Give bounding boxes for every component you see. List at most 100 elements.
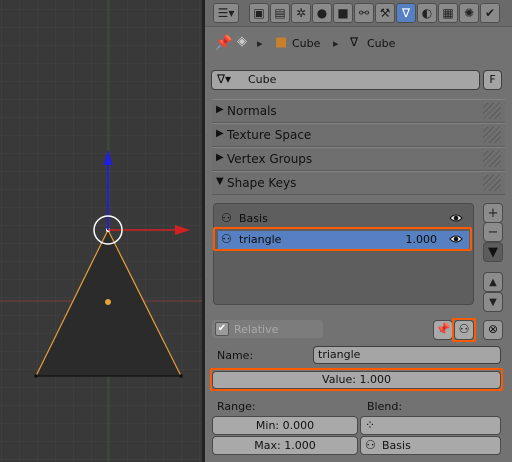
expand-triangle-icon: ▶ xyxy=(216,128,224,139)
list-item[interactable]: ⚇ Basis xyxy=(218,210,469,228)
panel-title: Vertex Groups xyxy=(227,152,313,166)
move-up-button[interactable]: ▲ xyxy=(483,272,503,292)
mesh-datablock-name: Cube xyxy=(248,73,277,86)
relative-checkbox-row[interactable]: ✔ Relative xyxy=(212,320,323,338)
collapse-triangle-icon: ▼ xyxy=(216,176,224,187)
scene-tab[interactable]: ✲ xyxy=(291,3,311,23)
editor-type-button[interactable]: ☰▾ xyxy=(213,3,239,23)
pin-icon[interactable]: 📌 xyxy=(215,35,232,51)
drag-grip-icon[interactable] xyxy=(483,103,501,119)
render-layers-tab[interactable]: ▤ xyxy=(270,3,290,23)
min-slider[interactable]: Min: 0.000 xyxy=(212,416,358,435)
panel-texture-space[interactable]: ▶ Texture Space xyxy=(212,123,505,147)
object-icon: ■ xyxy=(337,6,349,20)
triangle-down-icon: ▼ xyxy=(488,244,498,260)
material-icon: ◐ xyxy=(421,6,433,20)
vertex xyxy=(179,374,183,378)
panel-title: Normals xyxy=(227,104,277,118)
annotation-highlight xyxy=(210,368,503,391)
physics-tab[interactable]: ✔ xyxy=(480,3,500,23)
move-down-button[interactable]: ▼ xyxy=(483,292,503,312)
arrow-down-icon: ▼ xyxy=(489,296,497,308)
grid-floor xyxy=(0,0,202,462)
3d-viewport[interactable] xyxy=(0,0,202,462)
properties-header: ☰▾ ▣ ▤ ✲ ● ■ ⚯ ⚒ ∇ ◐ ▦ ✺ ✔ xyxy=(205,0,512,27)
minus-icon: − xyxy=(487,224,499,240)
clear-weights-button[interactable]: ⊗ xyxy=(483,320,503,340)
mesh-datablock-field[interactable]: ∇▾ Cube xyxy=(211,70,480,90)
modifiers-icon: ⚒ xyxy=(379,6,391,20)
remove-shape-key-button[interactable]: − xyxy=(483,222,503,242)
relative-checkbox[interactable]: ✔ xyxy=(215,322,229,336)
mesh-browse-icon[interactable]: ∇▾ xyxy=(217,72,231,86)
viewport-canvas[interactable] xyxy=(0,0,202,462)
plus-icon: + xyxy=(487,205,499,221)
breadcrumb-object: Cube xyxy=(292,37,321,50)
vertex-group-icon: ⁘ xyxy=(365,418,376,432)
constraints-icon: ⚯ xyxy=(358,6,370,20)
panel-normals[interactable]: ▶ Normals xyxy=(212,99,505,123)
render-tab[interactable]: ▣ xyxy=(249,3,269,23)
editor-type-icon: ☰▾ xyxy=(217,6,235,20)
pin-icon: 📌 xyxy=(435,322,451,336)
relative-key-value: Basis xyxy=(382,439,411,452)
fake-user-button[interactable]: F xyxy=(483,70,502,90)
panel-title: Texture Space xyxy=(227,128,312,142)
drag-grip-icon[interactable] xyxy=(483,175,501,191)
vertex xyxy=(34,374,38,378)
eye-icon[interactable] xyxy=(449,211,463,225)
relative-key-field[interactable]: ⚇ Basis xyxy=(360,436,501,455)
world-icon: ● xyxy=(316,6,328,20)
arrow-up-icon: ▲ xyxy=(489,276,497,288)
range-label: Range: xyxy=(217,400,256,413)
expand-triangle-icon: ▶ xyxy=(216,152,224,163)
particles-tab[interactable]: ✺ xyxy=(459,3,479,23)
modifiers-tab[interactable]: ⚒ xyxy=(375,3,395,23)
annotation-highlight xyxy=(452,318,476,342)
fake-user-label: F xyxy=(489,73,496,86)
vertex-group-field[interactable]: ⁘ xyxy=(360,416,501,435)
chevron-right-icon: ▸ xyxy=(257,37,263,50)
scene-icon: ◈ xyxy=(237,34,247,49)
render-icon: ▣ xyxy=(253,6,265,20)
max-slider-label: Max: 1.000 xyxy=(254,439,316,452)
properties-editor: ☰▾ ▣ ▤ ✲ ● ■ ⚯ ⚒ ∇ ◐ ▦ ✺ ✔ 📌 ◈ ▸ ■ Cube … xyxy=(205,0,512,462)
relative-label: Relative xyxy=(234,323,279,336)
breadcrumb: 📌 ◈ ▸ ■ Cube ▸ ∇ Cube xyxy=(205,30,512,58)
blend-label: Blend: xyxy=(367,400,403,413)
specials-menu-button[interactable]: ▼ xyxy=(483,242,503,262)
scene-icon: ✲ xyxy=(295,6,307,20)
object-cube-icon: ■ xyxy=(275,35,288,50)
shape-key-name: Basis xyxy=(239,212,268,225)
object-origin xyxy=(105,299,111,305)
name-label: Name: xyxy=(217,349,254,362)
material-tab[interactable]: ◐ xyxy=(417,3,437,23)
texture-tab[interactable]: ▦ xyxy=(438,3,458,23)
render-layers-icon: ▤ xyxy=(274,6,286,20)
shape-key-list[interactable]: ⚇ Basis ⚇ triangle 1.000 xyxy=(213,203,474,305)
constraints-tab[interactable]: ⚯ xyxy=(354,3,374,23)
texture-icon: ▦ xyxy=(442,6,454,20)
shape-key-lock-button[interactable]: 📌 xyxy=(433,320,453,340)
mesh-data-tab[interactable]: ∇ xyxy=(396,3,416,23)
mesh-icon: ∇ xyxy=(350,35,359,49)
mesh-data-icon: ∇ xyxy=(401,6,411,20)
particles-icon: ✺ xyxy=(463,6,475,20)
close-x-icon: ⊗ xyxy=(487,322,499,336)
shape-key-name-value: triangle xyxy=(318,348,361,361)
annotation-highlight xyxy=(213,227,472,251)
drag-grip-icon[interactable] xyxy=(483,127,501,143)
world-tab[interactable]: ● xyxy=(312,3,332,23)
chevron-right-icon: ▸ xyxy=(333,37,339,50)
shape-key-icon: ⚇ xyxy=(221,211,232,225)
shape-key-name-field[interactable]: triangle xyxy=(313,346,501,364)
add-shape-key-button[interactable]: + xyxy=(483,203,503,223)
min-slider-label: Min: 0.000 xyxy=(255,419,315,432)
drag-grip-icon[interactable] xyxy=(483,151,501,167)
max-slider[interactable]: Max: 1.000 xyxy=(212,436,358,455)
panel-title: Shape Keys xyxy=(227,176,297,190)
panel-shape-keys[interactable]: ▼ Shape Keys xyxy=(212,171,505,195)
object-tab[interactable]: ■ xyxy=(333,3,353,23)
panel-vertex-groups[interactable]: ▶ Vertex Groups xyxy=(212,147,505,171)
expand-triangle-icon: ▶ xyxy=(216,104,224,115)
